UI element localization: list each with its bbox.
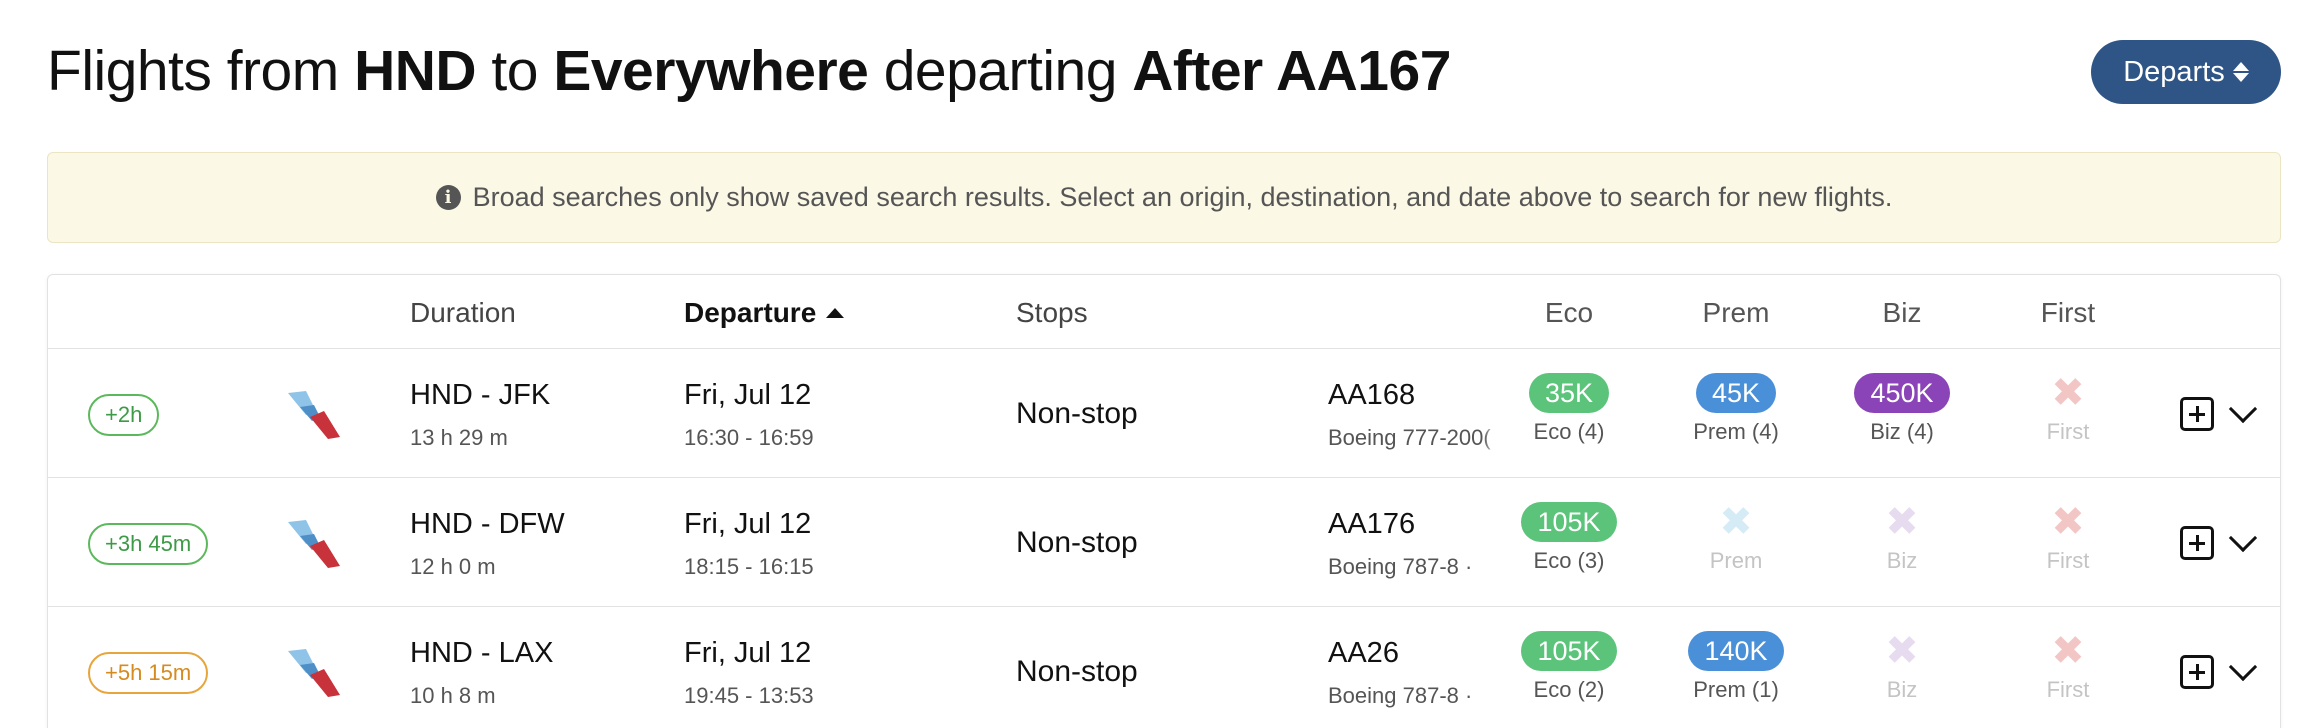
- flight-duration: 12 h 0 m: [410, 554, 496, 579]
- unavailable-x-icon: ✖: [2051, 371, 2085, 415]
- chevron-down-icon[interactable]: [2228, 523, 2258, 553]
- first-seats-label: First: [2046, 419, 2090, 444]
- biz-points-pill[interactable]: 450K: [1854, 373, 1950, 413]
- fare-biz[interactable]: ✖ Biz: [1842, 631, 1962, 703]
- add-plus-icon[interactable]: [2180, 397, 2214, 431]
- time-delta-badge: +2h: [88, 394, 160, 436]
- column-header-duration[interactable]: Duration: [410, 297, 516, 329]
- flight-duration: 10 h 8 m: [410, 683, 496, 708]
- eco-points-pill[interactable]: 105K: [1521, 631, 1617, 671]
- departs-sort-button[interactable]: Departs: [2091, 40, 2281, 104]
- departure-date: Fri, Jul 12: [684, 508, 812, 540]
- fare-eco[interactable]: 35K Eco (4): [1509, 373, 1629, 445]
- add-plus-icon[interactable]: [2180, 655, 2214, 689]
- sort-icon: [2232, 62, 2249, 82]
- fare-first[interactable]: ✖ First: [2008, 631, 2128, 703]
- stops: Non-stop: [1016, 397, 1138, 430]
- fare-eco[interactable]: 105K Eco (3): [1509, 502, 1629, 574]
- departs-sort-label: Departs: [2123, 55, 2225, 88]
- departure-date: Fri, Jul 12: [684, 637, 812, 669]
- american-airlines-logo: [288, 520, 340, 568]
- chevron-down-icon[interactable]: [2228, 394, 2258, 424]
- biz-seats-label: Biz: [1886, 677, 1918, 702]
- time-delta-badge: +5h 15m: [88, 652, 209, 694]
- flights-table: Duration Departure Stops Eco Prem Biz Fi…: [47, 274, 2281, 728]
- title-departing: departing: [883, 39, 1118, 103]
- route: HND - LAX: [410, 637, 554, 669]
- prem-seats-label: Prem: [1709, 548, 1763, 573]
- destination-name: Everywhere: [553, 39, 869, 103]
- eco-seats-label: Eco (4): [1533, 419, 1605, 444]
- unavailable-x-icon: ✖: [1885, 629, 1919, 673]
- biz-seats-label: Biz (4): [1870, 419, 1934, 444]
- departure-times: 18:15 - 16:15: [684, 554, 814, 579]
- fare-eco[interactable]: 105K Eco (2): [1509, 631, 1629, 703]
- prem-points-pill[interactable]: 140K: [1688, 631, 1784, 671]
- fare-biz[interactable]: 450K Biz (4): [1842, 373, 1962, 445]
- fare-prem[interactable]: ✖ Prem: [1676, 502, 1796, 574]
- origin-code: HND: [354, 39, 477, 103]
- sort-ascending-icon: [826, 308, 845, 318]
- first-seats-label: First: [2046, 548, 2090, 573]
- route: HND - JFK: [410, 379, 551, 411]
- departure-times: 16:30 - 16:59: [684, 425, 814, 450]
- prem-seats-label: Prem (4): [1693, 419, 1779, 444]
- flight-number: AA176: [1328, 508, 1416, 540]
- fare-prem[interactable]: 140K Prem (1): [1676, 631, 1796, 703]
- fare-first[interactable]: ✖ First: [2008, 502, 2128, 574]
- flight-row[interactable]: +2h HND - JFK 13 h 29 m Fri, Jul 12 16:3…: [48, 349, 2280, 478]
- biz-seats-label: Biz: [1886, 548, 1918, 573]
- route: HND - DFW: [410, 508, 565, 540]
- chevron-down-icon[interactable]: [2228, 652, 2258, 682]
- prem-points-pill[interactable]: 45K: [1695, 373, 1777, 413]
- info-banner-text: Broad searches only show saved search re…: [472, 182, 1893, 212]
- unavailable-x-icon: ✖: [1719, 500, 1753, 544]
- departure-date: Fri, Jul 12: [684, 379, 812, 411]
- departure-times: 19:45 - 13:53: [684, 683, 814, 708]
- fare-first[interactable]: ✖ First: [2008, 373, 2128, 445]
- eco-points-pill[interactable]: 105K: [1521, 502, 1617, 542]
- american-airlines-logo: [288, 391, 340, 439]
- prem-seats-label: Prem (1): [1693, 677, 1779, 702]
- column-header-biz[interactable]: Biz: [1883, 297, 1922, 329]
- table-body: +2h HND - JFK 13 h 29 m Fri, Jul 12 16:3…: [48, 349, 2280, 728]
- page-title: Flights from HND to Everywhere departing…: [47, 38, 1451, 104]
- flight-number: AA168: [1328, 379, 1416, 411]
- aircraft-type: Boeing 787-8 ·: [1328, 683, 1496, 709]
- first-seats-label: First: [2046, 677, 2090, 702]
- column-header-first[interactable]: First: [2041, 297, 2095, 329]
- fare-biz[interactable]: ✖ Biz: [1842, 502, 1962, 574]
- add-plus-icon[interactable]: [2180, 526, 2214, 560]
- flight-row[interactable]: +5h 15m HND - LAX 10 h 8 m Fri, Jul 12 1…: [48, 607, 2280, 728]
- column-header-departure-label: Departure: [684, 297, 817, 328]
- column-header-stops[interactable]: Stops: [1016, 297, 1088, 329]
- time-delta-badge: +3h 45m: [88, 523, 209, 565]
- unavailable-x-icon: ✖: [2051, 500, 2085, 544]
- flight-duration: 13 h 29 m: [410, 425, 508, 450]
- info-banner: i Broad searches only show saved search …: [47, 152, 2281, 243]
- eco-points-pill[interactable]: 35K: [1528, 373, 1610, 413]
- title-prefix: Flights from: [47, 39, 339, 103]
- stops: Non-stop: [1016, 655, 1138, 688]
- flight-row[interactable]: +3h 45m HND - DFW 12 h 0 m Fri, Jul 12 1…: [48, 478, 2280, 607]
- unavailable-x-icon: ✖: [2051, 629, 2085, 673]
- table-header: Duration Departure Stops Eco Prem Biz Fi…: [48, 275, 2280, 349]
- stops: Non-stop: [1016, 526, 1138, 559]
- column-header-departure[interactable]: Departure: [684, 297, 845, 329]
- aircraft-type: Boeing 787-8 ·: [1328, 554, 1496, 580]
- aircraft-type: Boeing 777-200(: [1328, 425, 1496, 451]
- eco-seats-label: Eco (3): [1533, 548, 1605, 573]
- fare-prem[interactable]: 45K Prem (4): [1676, 373, 1796, 445]
- column-header-prem[interactable]: Prem: [1703, 297, 1770, 329]
- info-circle-icon: i: [435, 185, 461, 210]
- column-header-eco[interactable]: Eco: [1545, 297, 1593, 329]
- eco-seats-label: Eco (2): [1533, 677, 1605, 702]
- title-to: to: [491, 39, 538, 103]
- american-airlines-logo: [288, 649, 340, 697]
- flight-number: AA26: [1328, 637, 1399, 669]
- after-flight: After AA167: [1132, 39, 1451, 103]
- unavailable-x-icon: ✖: [1885, 500, 1919, 544]
